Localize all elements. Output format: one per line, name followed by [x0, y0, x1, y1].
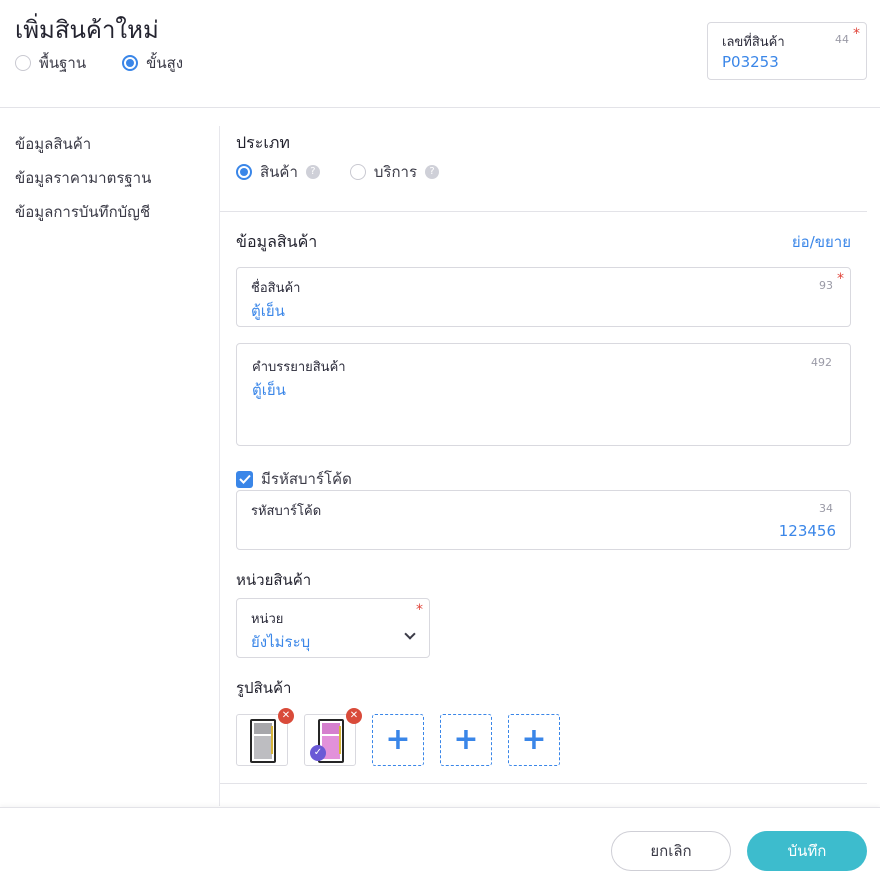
- product-description-label: คำบรรยายสินค้า: [252, 360, 346, 375]
- add-image-button[interactable]: +: [508, 714, 560, 766]
- unit-select[interactable]: หน่วย * ยังไม่ระบุ: [236, 598, 430, 658]
- mode-advanced-option[interactable]: ขั้นสูง: [122, 51, 183, 75]
- barcode-field[interactable]: รหัสบาร์โค้ด 34 123456: [236, 490, 851, 550]
- product-description-field[interactable]: คำบรรยายสินค้า 492 ตู้เย็น: [236, 343, 851, 446]
- type-product-label: สินค้า: [260, 163, 298, 181]
- required-mark: *: [853, 26, 860, 42]
- page-title: เพิ่มสินค้าใหม่: [15, 16, 159, 44]
- images-section-title: รูปสินค้า: [236, 679, 292, 697]
- type-product-radio[interactable]: [236, 164, 252, 180]
- fridge-image-silver: [250, 719, 276, 763]
- type-service-option[interactable]: บริการ ?: [349, 160, 440, 184]
- type-service-radio[interactable]: [349, 164, 366, 180]
- sidebar-item-accounting[interactable]: ข้อมูลการบันทึกบัญชี: [15, 202, 215, 236]
- add-image-button[interactable]: +: [372, 714, 424, 766]
- page-header: เพิ่มสินค้าใหม่ พื้นฐาน ขั้นสูง เลขที่สิ…: [0, 0, 880, 108]
- unit-value: ยังไม่ระบุ: [251, 633, 311, 651]
- sidebar-divider: [219, 126, 220, 806]
- type-selector: สินค้า ? บริการ ?: [236, 160, 469, 184]
- product-code-label: เลขที่สินค้า: [722, 35, 785, 50]
- mode-basic-label: พื้นฐาน: [39, 54, 87, 72]
- section-divider: [220, 211, 867, 212]
- cancel-button[interactable]: ยกเลิก: [611, 831, 731, 871]
- form-footer: ยกเลิก บันทึก: [0, 807, 880, 882]
- sidebar-item-product-info[interactable]: ข้อมูลสินค้า: [15, 134, 215, 168]
- product-name-label: ชื่อสินค้า: [251, 281, 301, 296]
- add-image-button[interactable]: +: [440, 714, 492, 766]
- product-name-counter: 93: [819, 279, 833, 292]
- product-image-thumb[interactable]: ✕ ✓: [304, 708, 362, 766]
- collapse-expand-link[interactable]: ย่อ/ขยาย: [792, 230, 851, 254]
- remove-image-icon[interactable]: ✕: [346, 708, 362, 724]
- section-divider: [220, 783, 867, 784]
- remove-image-icon[interactable]: ✕: [278, 708, 294, 724]
- product-code-value[interactable]: P03253: [722, 53, 779, 71]
- product-info-title: ข้อมูลสินค้า: [236, 232, 318, 251]
- barcode-label: รหัสบาร์โค้ด: [251, 504, 322, 519]
- unit-section-title: หน่วยสินค้า: [236, 571, 312, 589]
- help-icon[interactable]: ?: [425, 165, 440, 179]
- product-image-thumb[interactable]: ✕: [236, 708, 294, 766]
- sidebar-item-standard-price[interactable]: ข้อมูลราคามาตรฐาน: [15, 168, 215, 202]
- main-image-check-icon: ✓: [310, 745, 326, 761]
- mode-basic-radio[interactable]: [15, 55, 31, 71]
- product-description-counter: 492: [811, 356, 832, 369]
- product-name-field[interactable]: ชื่อสินค้า 93 * ตู้เย็น: [236, 267, 851, 327]
- barcode-toggle-label: มีรหัสบาร์โค้ด: [261, 470, 352, 488]
- unit-label: หน่วย: [251, 612, 284, 627]
- barcode-toggle[interactable]: มีรหัสบาร์โค้ด: [236, 467, 352, 491]
- section-nav: ข้อมูลสินค้า ข้อมูลราคามาตรฐาน ข้อมูลการ…: [15, 134, 215, 236]
- mode-selector: พื้นฐาน ขั้นสูง: [15, 51, 219, 75]
- save-button[interactable]: บันทึก: [747, 831, 867, 871]
- required-mark: *: [416, 602, 423, 618]
- type-section-title: ประเภท: [236, 133, 290, 152]
- barcode-checkbox[interactable]: [236, 470, 253, 488]
- type-product-option[interactable]: สินค้า ?: [236, 160, 320, 184]
- barcode-counter: 34: [819, 502, 833, 515]
- product-description-value[interactable]: ตู้เย็น: [252, 378, 286, 402]
- type-service-label: บริการ: [373, 163, 418, 181]
- mode-basic-option[interactable]: พื้นฐาน: [15, 51, 86, 75]
- product-code-field[interactable]: เลขที่สินค้า 44 * P03253: [707, 22, 867, 80]
- required-mark: *: [837, 271, 844, 287]
- mode-advanced-label: ขั้นสูง: [146, 54, 184, 72]
- mode-advanced-radio[interactable]: [122, 55, 139, 71]
- check-icon: [238, 474, 251, 484]
- help-icon[interactable]: ?: [305, 165, 320, 179]
- product-code-counter: 44: [835, 33, 849, 46]
- barcode-value[interactable]: 123456: [779, 522, 836, 540]
- product-name-value[interactable]: ตู้เย็น: [251, 299, 285, 323]
